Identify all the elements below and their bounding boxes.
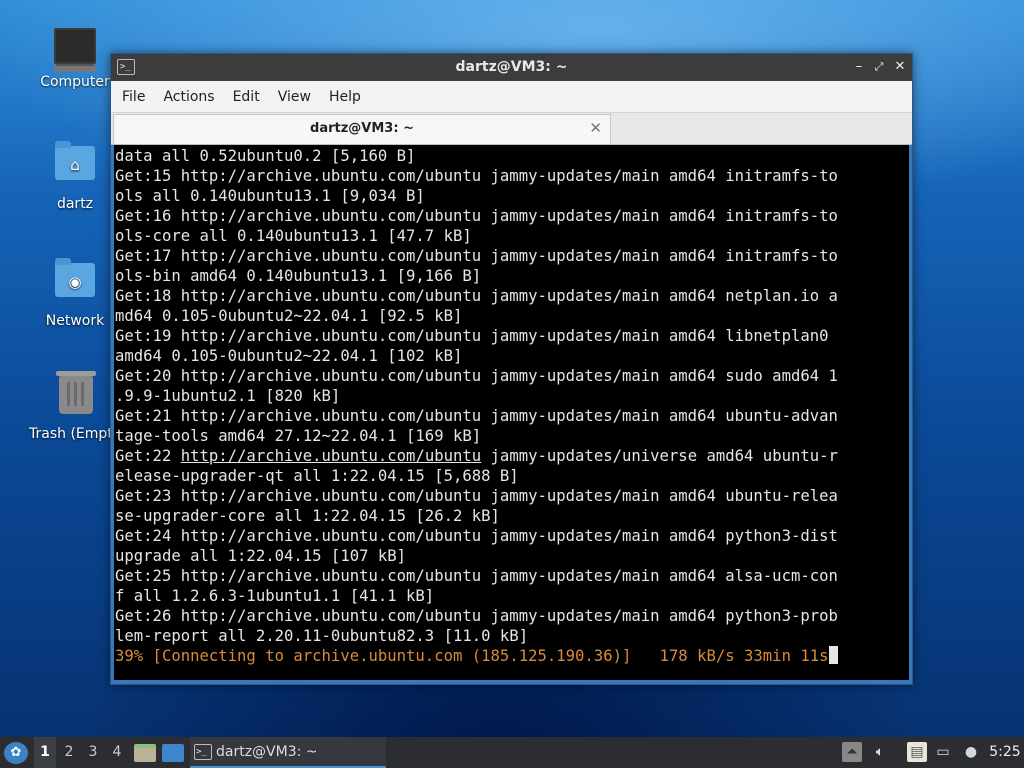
terminal-line: Get:16 http://archive.ubuntu.com/ubuntu … [115, 207, 838, 225]
desktop-icon-label: Trash (Empty) [29, 426, 115, 442]
terminal-line: Get:23 http://archive.ubuntu.com/ubuntu … [115, 487, 838, 505]
terminal-line: elease-upgrader-qt all 1:22.04.15 [5,688… [115, 467, 519, 485]
computer-icon [54, 28, 96, 72]
terminal-cursor [828, 646, 838, 664]
window-title: dartz@VM3: ~ [455, 59, 568, 75]
terminal-line: Get:21 http://archive.ubuntu.com/ubuntu … [115, 407, 838, 425]
menubar: File Actions Edit View Help [111, 81, 912, 113]
clock[interactable]: 5:25 [986, 737, 1024, 768]
start-menu-icon[interactable]: ✿ [4, 742, 28, 764]
window-titlebar[interactable]: >_ dartz@VM3: ~ – ⤢ ✕ [111, 54, 912, 81]
close-icon[interactable]: ✕ [589, 119, 602, 137]
terminal-line: Get:17 http://archive.ubuntu.com/ubuntu … [115, 247, 838, 265]
terminal-text: jammy-updates/universe amd64 ubuntu-r [481, 447, 838, 465]
terminal-line: Get:18 http://archive.ubuntu.com/ubuntu … [115, 287, 838, 305]
menu-view[interactable]: View [269, 89, 320, 105]
terminal-line: Get:15 http://archive.ubuntu.com/ubuntu … [115, 167, 838, 185]
workspace-3[interactable]: 3 [82, 737, 104, 768]
terminal-line: tage-tools amd64 27.12~22.04.1 [169 kB] [115, 427, 482, 445]
terminal-line: Get:22 http://archive.ubuntu.com/ubuntu … [115, 446, 909, 466]
terminal-line: ols-core all 0.140ubuntu13.1 [47.7 kB] [115, 227, 472, 245]
terminal-line: Get:24 http://archive.ubuntu.com/ubuntu … [115, 527, 838, 545]
menu-help[interactable]: Help [320, 89, 370, 105]
terminal-line: upgrade all 1:22.04.15 [107 kB] [115, 547, 407, 565]
terminal-line: ols-bin amd64 0.140ubuntu13.1 [9,166 B] [115, 267, 482, 285]
terminal-line: data all 0.52ubuntu0.2 [5,160 B] [115, 147, 416, 165]
close-icon[interactable]: ✕ [891, 58, 909, 76]
desktop-icon-trash[interactable]: Trash (Empty) [25, 370, 115, 442]
terminal-line: ols all 0.140ubuntu13.1 [9,034 B] [115, 187, 425, 205]
terminal-progress-line: 39% [Connecting to archive.ubuntu.com (1… [115, 646, 909, 666]
terminal-line: f all 1.2.6.3-1ubuntu1.1 [41.1 kB] [115, 587, 435, 605]
workspace-2[interactable]: 2 [58, 737, 80, 768]
task-label: dartz@VM3: ~ [216, 744, 318, 760]
terminal-link[interactable]: http://archive.ubuntu.com/ubuntu [181, 447, 481, 465]
volume-icon[interactable]: 🔈︎ [870, 742, 890, 762]
progress-text: 39% [Connecting to archive.ubuntu.com (1… [115, 647, 829, 665]
notification-icon[interactable]: ● [961, 742, 981, 762]
terminal-icon: >_ [194, 744, 212, 760]
taskbar-task-terminal[interactable]: >_ dartz@VM3: ~ [190, 737, 386, 768]
taskbar: ✿ 1 2 3 4 >_ dartz@VM3: ~ ⏶ 🔈︎ ▤ ▭ ● 5:2… [0, 737, 1024, 768]
minimize-icon[interactable]: – [850, 58, 868, 76]
tab-strip: dartz@VM3: ~ ✕ [111, 113, 912, 145]
workspace-1[interactable]: 1 [34, 737, 56, 768]
terminal-line: Get:26 http://archive.ubuntu.com/ubuntu … [115, 607, 838, 625]
menu-actions[interactable]: Actions [154, 89, 223, 105]
terminal-line: lem-report all 2.20.11-0ubuntu82.3 [11.0… [115, 627, 529, 645]
trash-icon [56, 371, 96, 414]
show-desktop-icon[interactable] [162, 744, 184, 762]
home-folder-icon: ⌂ [55, 141, 95, 180]
terminal-line: Get:20 http://archive.ubuntu.com/ubuntu … [115, 367, 838, 385]
terminal-line: Get:19 http://archive.ubuntu.com/ubuntu … [115, 327, 829, 345]
menu-edit[interactable]: Edit [224, 89, 269, 105]
terminal-line: .9.9-1ubuntu2.1 [820 kB] [115, 387, 341, 405]
terminal-output[interactable]: data all 0.52ubuntu0.2 [5,160 B] Get:15 h… [114, 145, 909, 680]
terminal-line: md64 0.105-0ubuntu2~22.04.1 [92.5 kB] [115, 307, 463, 325]
terminal-line: amd64 0.105-0ubuntu2~22.04.1 [102 kB] [115, 347, 463, 365]
terminal-line: se-upgrader-core all 1:22.04.15 [26.2 kB… [115, 507, 500, 525]
terminal-window[interactable]: >_ dartz@VM3: ~ – ⤢ ✕ File Actions Edit … [110, 53, 913, 685]
network-folder-icon: ◉ [55, 258, 95, 297]
workspace-4[interactable]: 4 [106, 737, 128, 768]
terminal-text: Get:22 [115, 447, 181, 465]
upload-icon[interactable]: ⏶ [842, 742, 862, 762]
tab-terminal[interactable]: dartz@VM3: ~ ✕ [113, 114, 611, 144]
tab-label: dartz@VM3: ~ [310, 121, 414, 136]
file-manager-icon[interactable] [134, 744, 156, 762]
menu-file[interactable]: File [113, 89, 154, 105]
network-icon[interactable]: ▭ [933, 742, 953, 762]
maximize-icon[interactable]: ⤢ [870, 58, 888, 76]
clipboard-icon[interactable]: ▤ [907, 742, 927, 762]
terminal-line: Get:25 http://archive.ubuntu.com/ubuntu … [115, 567, 838, 585]
